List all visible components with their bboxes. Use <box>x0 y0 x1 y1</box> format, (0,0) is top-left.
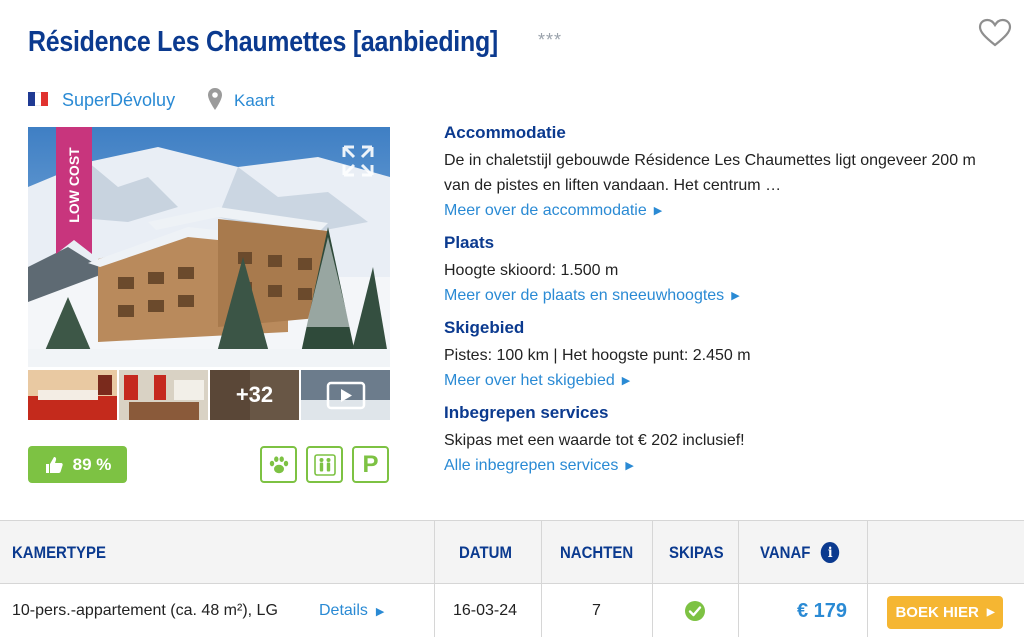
services-text: Skipas met een waarde tot € 202 inclusie… <box>444 432 745 449</box>
caret-right-icon: ▶ <box>986 607 995 618</box>
place-more-link[interactable]: Meer over de plaats en sneeuwhoogtes ▶ <box>444 283 740 309</box>
room-table: KAMERTYPE DATUM NACHTEN SKIPAS VANAF i 1… <box>0 520 1024 637</box>
book-button[interactable]: BOEK HIER ▶ <box>887 596 1003 629</box>
accommodation-section: Accommodatie De in chaletstijl gebouwde … <box>444 122 989 224</box>
thumbnail-video[interactable] <box>301 370 390 420</box>
caret-right-icon: ▶ <box>621 375 631 387</box>
ski-area-text: Pistes: 100 km | Het hoogste punt: 2.450… <box>444 347 751 364</box>
main-photo[interactable]: LOW COST <box>28 127 390 367</box>
col-room-type: KAMERTYPE <box>12 542 106 562</box>
low-cost-badge: LOW COST <box>56 127 92 254</box>
price-cell: € 179 <box>797 599 848 622</box>
place-heading: Plaats <box>444 233 495 252</box>
ski-area-more-link[interactable]: Meer over het skigebied ▶ <box>444 368 630 394</box>
parking-icon: P <box>362 450 379 478</box>
room-type-cell: 10-pers.-appartement (ca. 48 m²), LG <box>12 602 278 619</box>
thumbnail-more-photos[interactable]: +32 <box>210 370 299 420</box>
table-header: KAMERTYPE DATUM NACHTEN SKIPAS VANAF i <box>0 521 1024 584</box>
heart-icon[interactable] <box>978 18 1012 48</box>
details-link[interactable]: Details ▶ <box>319 584 384 637</box>
pets-allowed-badge[interactable] <box>260 446 297 483</box>
map-pin-icon <box>208 88 222 110</box>
accommodation-more-link[interactable]: Meer over de accommodatie ▶ <box>444 198 662 224</box>
date-cell: 16-03-24 <box>453 602 518 619</box>
more-photos-count: +32 <box>210 370 299 420</box>
services-more-link[interactable]: Alle inbegrepen services ▶ <box>444 453 634 479</box>
paw-icon <box>269 455 288 473</box>
nights-cell: 7 <box>592 602 601 619</box>
skipass-cell <box>684 584 706 637</box>
col-skipass: SKIPAS <box>669 542 724 562</box>
place-text: Hoogte skioord: 1.500 m <box>444 262 619 279</box>
check-circle-icon <box>685 601 705 621</box>
place-more-label: Meer over de plaats en sneeuwhoogtes <box>444 287 725 304</box>
star-rating: *** <box>538 30 563 50</box>
services-more-label: Alle inbegrepen services <box>444 457 619 474</box>
map-link[interactable]: Kaart <box>234 91 275 111</box>
accommodation-more-label: Meer over de accommodatie <box>444 202 647 219</box>
col-nights: NACHTEN <box>560 542 634 562</box>
region-link[interactable]: SuperDévoluy <box>62 90 175 111</box>
thumbnail-living-room[interactable] <box>119 370 208 420</box>
caret-right-icon: ▶ <box>625 460 634 472</box>
details-label: Details <box>319 602 368 619</box>
caret-right-icon: ▶ <box>653 205 663 217</box>
thumbnail-strip: +32 <box>28 370 390 420</box>
france-flag-icon <box>28 92 49 106</box>
ski-area-section: Skigebied Pistes: 100 km | Het hoogste p… <box>444 317 751 394</box>
col-from-label: VANAF <box>760 542 811 562</box>
thumbnail-bedroom[interactable] <box>28 370 117 420</box>
rating-badge[interactable]: 89 % <box>28 446 127 483</box>
ski-area-more-label: Meer over het skigebied <box>444 372 615 389</box>
accommodation-heading: Accommodatie <box>444 123 566 142</box>
place-section: Plaats Hoogte skioord: 1.500 m Meer over… <box>444 232 740 309</box>
book-label: BOEK HIER <box>895 604 979 621</box>
parking-badge[interactable]: P <box>352 446 389 483</box>
caret-right-icon: ▶ <box>375 605 385 618</box>
services-heading: Inbegrepen services <box>444 403 609 422</box>
family-badge[interactable] <box>306 446 343 483</box>
services-section: Inbegrepen services Skipas met een waard… <box>444 402 745 479</box>
caret-right-icon: ▶ <box>731 290 740 302</box>
table-row: 10-pers.-appartement (ca. 48 m²), LG Det… <box>0 584 1024 637</box>
thumbs-up-icon <box>45 456 63 473</box>
page-title: Résidence Les Chaumettes [aanbieding] <box>28 26 498 58</box>
col-from: VANAF i <box>760 521 840 584</box>
family-icon <box>313 453 336 476</box>
accommodation-text: De in chaletstijl gebouwde Résidence Les… <box>444 152 976 194</box>
info-icon[interactable]: i <box>820 542 840 563</box>
col-date: DATUM <box>459 542 512 562</box>
rating-value: 89 % <box>72 454 112 474</box>
ski-area-heading: Skigebied <box>444 318 525 337</box>
